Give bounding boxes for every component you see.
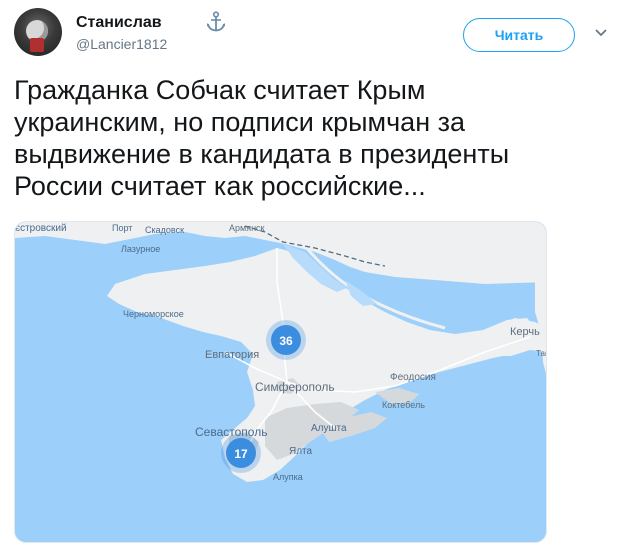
tweet-header: Станислав @Lancier1812 Читать bbox=[14, 8, 614, 56]
chevron-down-icon[interactable] bbox=[594, 28, 608, 38]
label-koktebel: Коктебель bbox=[382, 400, 425, 410]
cluster-count: 17 bbox=[234, 447, 248, 461]
user-name[interactable]: Станислав bbox=[76, 14, 162, 32]
label-yalta: Ялта bbox=[289, 446, 313, 457]
anchor-icon bbox=[207, 11, 225, 32]
cluster-marker[interactable]: 36 bbox=[266, 320, 306, 360]
label-alupka: Алупка bbox=[273, 472, 303, 482]
label-alushta: Алушта bbox=[311, 423, 347, 434]
avatar[interactable] bbox=[14, 8, 62, 56]
cluster-count: 36 bbox=[279, 334, 293, 348]
label-port: Порт bbox=[112, 223, 132, 233]
label-feodosia: Феодосия bbox=[390, 372, 436, 383]
tweet-text: Гражданка Собчак считает Крым украинским… bbox=[14, 75, 510, 201]
label-evpatoria: Евпатория bbox=[205, 349, 259, 361]
cluster-marker[interactable]: 17 bbox=[221, 433, 261, 473]
label-armyansk: Армянск bbox=[229, 223, 265, 233]
map-card[interactable]: єстровский Порт Скадовск Армянск Лазурно… bbox=[14, 221, 547, 543]
label-simferopol: Симферополь bbox=[255, 380, 335, 394]
crimea-map[interactable]: єстровский Порт Скадовск Армянск Лазурно… bbox=[15, 222, 547, 543]
label-kerch: Керчь bbox=[510, 326, 540, 338]
label-tam: Там bbox=[536, 349, 547, 358]
label-lazurnoe: Лазурное bbox=[121, 244, 160, 254]
label-skadovsk: Скадовск bbox=[145, 225, 184, 235]
label-chernomorskoe: Черноморское bbox=[123, 309, 184, 319]
label-zhovtovsky: єстровский bbox=[15, 223, 67, 234]
user-handle[interactable]: @Lancier1812 bbox=[76, 36, 167, 52]
follow-button[interactable]: Читать bbox=[463, 18, 575, 52]
